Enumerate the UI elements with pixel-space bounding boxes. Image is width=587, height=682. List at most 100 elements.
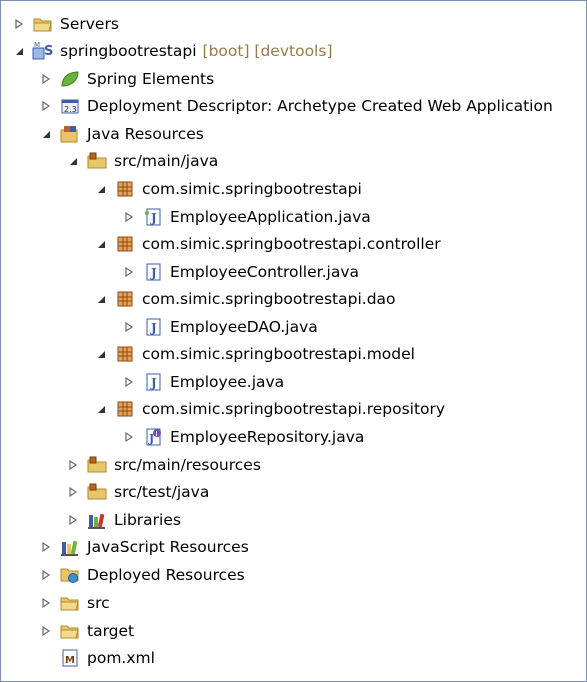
tree-item-package-dao[interactable]: com.simic.springbootrestapi.dao	[94, 286, 396, 312]
javascript-resources-icon	[59, 537, 81, 557]
chevron-down-icon[interactable]	[94, 182, 108, 196]
chevron-right-icon[interactable]	[122, 375, 136, 389]
chevron-right-icon[interactable]	[39, 72, 53, 86]
spring-boot-project-icon: MS	[32, 41, 54, 61]
package-icon	[114, 234, 136, 254]
chevron-down-icon[interactable]	[39, 127, 53, 141]
svg-text:J: J	[150, 321, 157, 335]
tree-item-package-root[interactable]: com.simic.springbootrestapi	[94, 176, 362, 202]
folder-icon	[32, 14, 54, 34]
svg-text:M: M	[65, 655, 75, 666]
chevron-down-icon[interactable]	[94, 292, 108, 306]
chevron-right-icon[interactable]	[122, 320, 136, 334]
tree-item-package-model[interactable]: com.simic.springbootrestapi.model	[94, 341, 415, 367]
tree-item-label: Employee.java	[170, 373, 285, 391]
tree-item-label: springbootrestapi	[60, 42, 197, 60]
tree-item-label: Deployment Descriptor: Archetype Created…	[87, 97, 553, 115]
tree-item-label: src/test/java	[114, 483, 210, 501]
tree-item-label: com.simic.springbootrestapi.dao	[142, 290, 396, 308]
java-interface-file-icon: JI	[142, 427, 164, 447]
source-folder-icon	[86, 151, 108, 171]
tree-item-label: JavaScript Resources	[87, 538, 249, 556]
libraries-icon	[86, 510, 108, 530]
chevron-down-icon[interactable]	[94, 237, 108, 251]
tree-item-package-controller[interactable]: com.simic.springbootrestapi.controller	[94, 231, 441, 257]
tree-item-label: EmployeeApplication.java	[170, 208, 371, 226]
chevron-down-icon[interactable]	[94, 402, 108, 416]
tree-item-label: target	[87, 622, 135, 640]
chevron-right-icon[interactable]	[39, 568, 53, 582]
tree-item-spring-elements[interactable]: Spring Elements	[39, 66, 214, 92]
package-icon	[114, 344, 136, 364]
tree-item-src[interactable]: src	[39, 590, 110, 616]
chevron-right-icon[interactable]	[66, 485, 80, 499]
tree-item-libraries[interactable]: Libraries	[66, 507, 181, 533]
tree-item-label: pom.xml	[87, 649, 155, 667]
folder-icon	[59, 621, 81, 641]
svg-text:J: J	[150, 376, 157, 390]
tree-item-label: src	[87, 594, 110, 612]
tree-item-label: Libraries	[114, 511, 181, 529]
deployed-resources-icon	[59, 565, 81, 585]
tree-item-label: com.simic.springbootrestapi.repository	[142, 400, 446, 418]
tree-item-java-resources[interactable]: Java Resources	[39, 121, 204, 147]
chevron-right-icon[interactable]	[39, 624, 53, 638]
tree-item-javascript-resources[interactable]: JavaScript Resources	[39, 534, 249, 560]
chevron-right-icon[interactable]	[12, 17, 26, 31]
tree-item-label: com.simic.springbootrestapi.controller	[142, 235, 441, 253]
source-folder-icon	[86, 482, 108, 502]
tree-item-target[interactable]: target	[39, 618, 134, 644]
tree-item-file-employee[interactable]: J Employee.java	[122, 369, 284, 395]
chevron-right-icon[interactable]	[39, 596, 53, 610]
tree-item-file-employee-application[interactable]: J EmployeeApplication.java	[122, 204, 371, 230]
svg-text:2.3: 2.3	[64, 105, 77, 114]
tree-item-src-test-java[interactable]: src/test/java	[66, 479, 209, 505]
tree-item-label: src/main/java	[114, 152, 219, 170]
chevron-down-icon[interactable]	[66, 154, 80, 168]
folder-icon	[59, 593, 81, 613]
tree-item-label: EmployeeDAO.java	[170, 318, 318, 336]
chevron-right-icon[interactable]	[122, 210, 136, 224]
chevron-right-icon[interactable]	[39, 540, 53, 554]
tree-item-file-employee-dao[interactable]: J EmployeeDAO.java	[122, 314, 318, 340]
chevron-down-icon[interactable]	[94, 347, 108, 361]
tree-item-label: com.simic.springbootrestapi	[142, 180, 362, 198]
java-file-icon: J	[142, 372, 164, 392]
source-folder-icon	[86, 455, 108, 475]
tree-item-deployed-resources[interactable]: Deployed Resources	[39, 562, 245, 588]
tree-item-project[interactable]: MS springbootrestapi [boot] [devtools]	[12, 38, 333, 64]
tree-item-src-main-java[interactable]: src/main/java	[66, 148, 218, 174]
tree-item-label: EmployeeRepository.java	[170, 428, 365, 446]
svg-text:S: S	[44, 44, 53, 59]
tree-item-label: com.simic.springbootrestapi.model	[142, 345, 415, 363]
tree-item-label: Spring Elements	[87, 70, 215, 88]
deployment-descriptor-icon: 2.3	[59, 96, 81, 116]
java-file-icon: J	[142, 262, 164, 282]
maven-pom-file-icon: M	[59, 648, 81, 668]
svg-text:J: J	[150, 266, 157, 280]
tree-item-servers[interactable]: Servers	[12, 11, 119, 37]
chevron-right-icon[interactable]	[122, 430, 136, 444]
tree-item-src-main-resources[interactable]: src/main/resources	[66, 452, 261, 478]
spring-leaf-icon	[59, 69, 81, 89]
svg-text:M: M	[34, 41, 40, 49]
tree-item-label: src/main/resources	[114, 456, 261, 474]
chevron-down-icon[interactable]	[12, 44, 26, 58]
chevron-right-icon[interactable]	[122, 265, 136, 279]
chevron-right-icon[interactable]	[66, 513, 80, 527]
tree-item-pom[interactable]: M pom.xml	[59, 645, 155, 671]
tree-item-package-repository[interactable]: com.simic.springbootrestapi.repository	[94, 396, 445, 422]
svg-text:I: I	[156, 430, 158, 438]
svg-text:J: J	[150, 211, 157, 225]
tree-item-file-employee-repository[interactable]: JI EmployeeRepository.java	[122, 424, 364, 450]
java-file-icon: J	[142, 207, 164, 227]
tree-item-deployment-descriptor[interactable]: 2.3 Deployment Descriptor: Archetype Cre…	[39, 93, 553, 119]
tree-item-file-employee-controller[interactable]: J EmployeeController.java	[122, 259, 359, 285]
package-icon	[114, 399, 136, 419]
chevron-right-icon[interactable]	[66, 458, 80, 472]
tree-item-label: Servers	[60, 15, 119, 33]
java-file-icon: J	[142, 317, 164, 337]
package-icon	[114, 289, 136, 309]
chevron-right-icon[interactable]	[39, 99, 53, 113]
java-resources-icon	[59, 124, 81, 144]
